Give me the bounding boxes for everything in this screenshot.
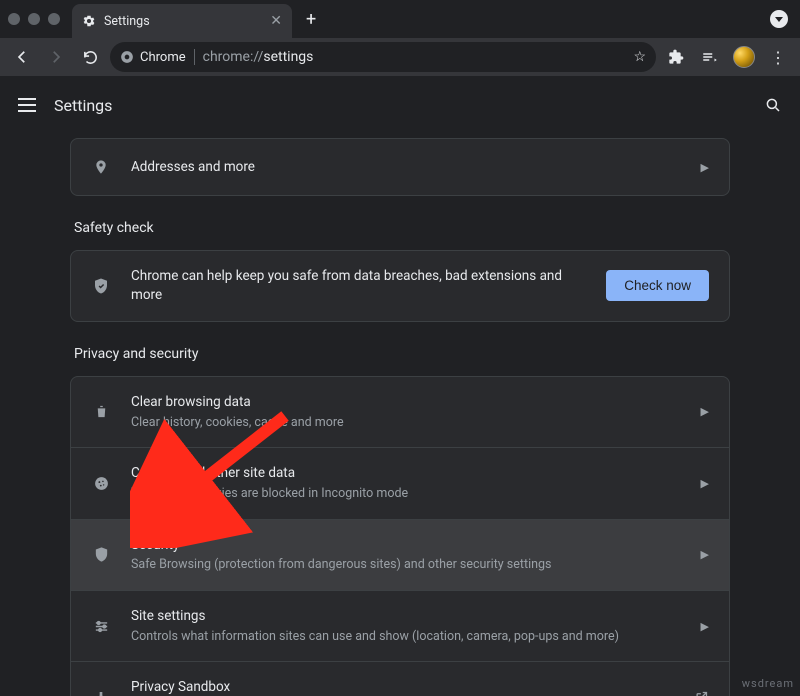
row-title: Cookies and other site data bbox=[131, 464, 681, 483]
addresses-row[interactable]: Addresses and more ▶ bbox=[71, 139, 729, 195]
security-row[interactable]: Security Safe Browsing (protection from … bbox=[71, 519, 729, 590]
chevron-right-icon: ▶ bbox=[701, 161, 709, 174]
safety-check-card: Chrome can help keep you safe from data … bbox=[70, 250, 730, 322]
shield-check-icon bbox=[91, 277, 111, 295]
close-tab-button[interactable]: ✕ bbox=[270, 13, 282, 29]
row-subtitle: Safe Browsing (protection from dangerous… bbox=[131, 556, 681, 574]
location-pin-icon bbox=[91, 159, 111, 175]
omnibox-divider bbox=[194, 49, 195, 65]
minimize-window-button[interactable] bbox=[28, 13, 40, 25]
chevron-right-icon: ▶ bbox=[701, 405, 709, 418]
search-button[interactable] bbox=[764, 96, 782, 114]
row-subtitle: Clear history, cookies, cache and more bbox=[131, 414, 681, 432]
flask-icon bbox=[91, 690, 111, 696]
safety-check-row: Chrome can help keep you safe from data … bbox=[71, 251, 729, 321]
menu-button[interactable] bbox=[18, 98, 36, 112]
browser-toolbar: Chrome chrome://settings ☆ ⋮ bbox=[0, 38, 800, 76]
external-link-icon bbox=[694, 690, 709, 696]
window-titlebar: Settings ✕ + bbox=[0, 0, 800, 38]
privacy-sandbox-row[interactable]: Privacy Sandbox Trial features are on bbox=[71, 661, 729, 696]
extensions-button[interactable] bbox=[662, 43, 690, 71]
watermark: wsdream bbox=[742, 677, 794, 690]
address-bar[interactable]: Chrome chrome://settings ☆ bbox=[110, 42, 656, 72]
page-title: Settings bbox=[54, 96, 112, 115]
row-title: Security bbox=[131, 536, 681, 555]
chevron-right-icon: ▶ bbox=[701, 548, 709, 561]
safety-check-description: Chrome can help keep you safe from data … bbox=[131, 267, 586, 305]
row-subtitle: Third-party cookies are blocked in Incog… bbox=[131, 485, 681, 503]
addresses-card: Addresses and more ▶ bbox=[70, 138, 730, 196]
row-title: Privacy Sandbox bbox=[131, 678, 674, 696]
site-identity[interactable]: Chrome bbox=[120, 50, 186, 65]
gear-icon bbox=[82, 14, 96, 28]
cookie-icon bbox=[91, 475, 111, 492]
site-settings-row[interactable]: Site settings Controls what information … bbox=[71, 590, 729, 661]
new-tab-button[interactable]: + bbox=[292, 9, 330, 30]
reload-button[interactable] bbox=[76, 43, 104, 71]
chevron-right-icon: ▶ bbox=[701, 477, 709, 490]
tab-title: Settings bbox=[104, 14, 150, 29]
bookmark-star-icon[interactable]: ☆ bbox=[633, 49, 646, 65]
row-subtitle: Controls what information sites can use … bbox=[131, 628, 681, 646]
row-title: Addresses and more bbox=[131, 158, 681, 177]
privacy-card: Clear browsing data Clear history, cooki… bbox=[70, 376, 730, 696]
account-dropdown-icon[interactable] bbox=[770, 10, 788, 28]
omnibox-chrome-label: Chrome bbox=[140, 50, 186, 65]
settings-content: Addresses and more ▶ Safety check Chrome… bbox=[0, 134, 800, 696]
close-window-button[interactable] bbox=[8, 13, 20, 25]
trash-icon bbox=[91, 404, 111, 419]
chevron-right-icon: ▶ bbox=[701, 620, 709, 633]
shield-icon bbox=[91, 546, 111, 563]
check-now-button[interactable]: Check now bbox=[606, 270, 709, 301]
chrome-icon bbox=[120, 50, 134, 64]
back-button[interactable] bbox=[8, 43, 36, 71]
profile-avatar[interactable] bbox=[730, 43, 758, 71]
safety-check-heading: Safety check bbox=[74, 220, 730, 236]
forward-button[interactable] bbox=[42, 43, 70, 71]
browser-tab[interactable]: Settings ✕ bbox=[72, 4, 292, 38]
clear-browsing-data-row[interactable]: Clear browsing data Clear history, cooki… bbox=[71, 377, 729, 447]
browser-menu-button[interactable]: ⋮ bbox=[764, 43, 792, 71]
settings-header: Settings bbox=[0, 76, 800, 134]
omnibox-url: chrome://settings bbox=[203, 49, 314, 65]
cookies-row[interactable]: Cookies and other site data Third-party … bbox=[71, 447, 729, 518]
window-controls bbox=[8, 13, 72, 25]
zoom-window-button[interactable] bbox=[48, 13, 60, 25]
sliders-icon bbox=[91, 618, 111, 635]
row-title: Site settings bbox=[131, 607, 681, 626]
row-title: Clear browsing data bbox=[131, 393, 681, 412]
media-control-button[interactable] bbox=[696, 43, 724, 71]
privacy-heading: Privacy and security bbox=[74, 346, 730, 362]
